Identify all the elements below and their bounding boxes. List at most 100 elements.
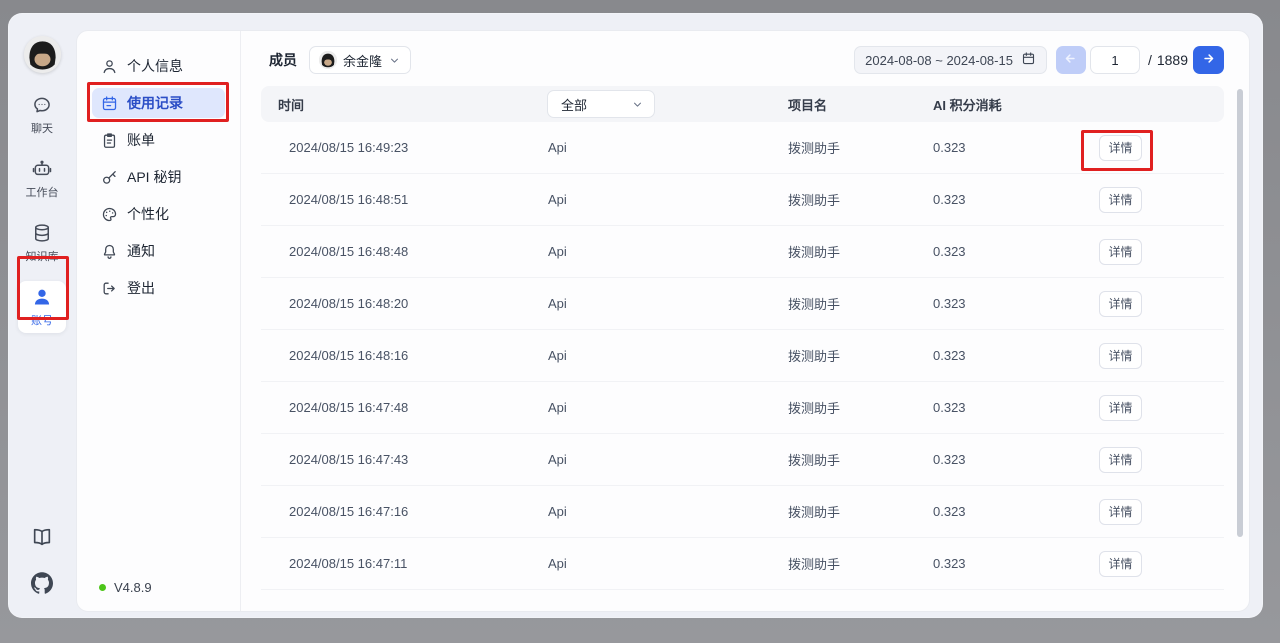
row-type: Api (531, 244, 771, 259)
row-type: Api (531, 296, 771, 311)
row-type: Api (531, 348, 771, 363)
row-type: Api (531, 504, 771, 519)
row-type: Api (531, 140, 771, 155)
arrow-left-icon (1063, 51, 1078, 69)
vertical-scrollbar[interactable] (1237, 89, 1243, 537)
next-page-button[interactable] (1193, 46, 1224, 74)
detail-button[interactable]: 详情 (1099, 239, 1142, 265)
main-card: 个人信息使用记录账单 API 秘钥个性化通知登出 V4.8.9 成员 余金隆 20… (76, 30, 1250, 612)
row-project: 拨测助手 (771, 138, 916, 157)
left-rail: 聊天工作台知识库账号 (8, 13, 76, 618)
key-icon (101, 169, 118, 186)
version-info: V4.8.9 (99, 580, 152, 595)
calendar-icon (1021, 51, 1036, 69)
menu-item-label: 个人信息 (127, 56, 183, 76)
row-points: 0.323 (916, 400, 1096, 415)
row-time: 2024/08/15 16:48:51 (261, 192, 531, 207)
rail-item-dataset[interactable]: 知识库 (18, 217, 66, 269)
table-body: 2024/08/15 16:49:23Api拨测助手0.323详情2024/08… (261, 122, 1224, 590)
rail-item-account[interactable]: 账号 (18, 281, 66, 333)
row-project: 拨测助手 (771, 294, 916, 313)
menu-item-api-key[interactable]: API 秘钥 (92, 162, 225, 192)
table-row: 2024/08/15 16:47:11Api拨测助手0.323详情 (261, 538, 1224, 590)
menu-item-profile[interactable]: 个人信息 (92, 51, 225, 81)
rail-item-chat[interactable]: 聊天 (18, 89, 66, 141)
detail-button[interactable]: 详情 (1099, 291, 1142, 317)
avatar-image (24, 36, 61, 73)
member-select[interactable]: 余金隆 (309, 46, 411, 74)
version-status-dot (99, 584, 106, 591)
table-row: 2024/08/15 16:48:20Api拨测助手0.323详情 (261, 278, 1224, 330)
table-row: 2024/08/15 16:48:16Api拨测助手0.323详情 (261, 330, 1224, 382)
menu-item-personalization[interactable]: 个性化 (92, 199, 225, 229)
calendar-icon (101, 95, 118, 112)
type-filter-select[interactable]: 全部 (547, 90, 655, 118)
toolbar: 成员 余金隆 2024-08-08 ~ 2024-08-15 /1889 (261, 46, 1224, 74)
arrow-right-icon (1201, 51, 1216, 69)
row-type: Api (531, 192, 771, 207)
row-time: 2024/08/15 16:47:48 (261, 400, 531, 415)
table-header: 时间 全部 项目名 AI 积分消耗 (261, 86, 1224, 122)
account-menu: 个人信息使用记录账单 API 秘钥个性化通知登出 V4.8.9 (77, 31, 241, 611)
palette-icon (101, 206, 118, 223)
github-icon[interactable] (31, 572, 53, 594)
rail-item-label: 聊天 (31, 123, 53, 136)
chevron-down-icon (388, 54, 401, 67)
row-time: 2024/08/15 16:49:23 (261, 140, 531, 155)
date-range-value: 2024-08-08 ~ 2024-08-15 (865, 53, 1013, 68)
table-row: 2024/08/15 16:48:48Api拨测助手0.323详情 (261, 226, 1224, 278)
menu-item-label: 个性化 (127, 204, 169, 224)
row-type: Api (531, 452, 771, 467)
date-range-button[interactable]: 2024-08-08 ~ 2024-08-15 (854, 46, 1047, 74)
version-label: V4.8.9 (114, 580, 152, 595)
menu-item-label: API 秘钥 (127, 167, 181, 187)
menu-item-usage-records[interactable]: 使用记录 (92, 88, 225, 118)
table-row: 2024/08/15 16:49:23Api拨测助手0.323详情 (261, 122, 1224, 174)
row-points: 0.323 (916, 244, 1096, 259)
rail-nav: 聊天工作台知识库账号 (8, 89, 76, 333)
detail-button[interactable]: 详情 (1099, 135, 1142, 161)
member-name: 余金隆 (343, 51, 382, 70)
page-number-input[interactable] (1090, 46, 1140, 74)
row-points: 0.323 (916, 140, 1096, 155)
detail-button[interactable]: 详情 (1099, 551, 1142, 577)
detail-button[interactable]: 详情 (1099, 187, 1142, 213)
row-project: 拨测助手 (771, 346, 916, 365)
menu-item-label: 账单 (127, 130, 155, 150)
row-points: 0.323 (916, 296, 1096, 311)
rail-bottom-links (31, 526, 53, 594)
row-points: 0.323 (916, 556, 1096, 571)
menu-item-logout[interactable]: 登出 (92, 273, 225, 303)
bell-icon (101, 243, 118, 260)
chevron-down-icon (631, 98, 644, 111)
table-row: 2024/08/15 16:47:16Api拨测助手0.323详情 (261, 486, 1224, 538)
rail-item-label: 知识库 (26, 251, 59, 264)
rail-item-label: 工作台 (26, 187, 59, 200)
page-total: /1889 (1148, 52, 1188, 68)
table-row: 2024/08/15 16:47:48Api拨测助手0.323详情 (261, 382, 1224, 434)
book-icon[interactable] (31, 526, 53, 548)
prev-page-button[interactable] (1056, 46, 1086, 74)
detail-button[interactable]: 详情 (1099, 395, 1142, 421)
detail-button[interactable]: 详情 (1099, 343, 1142, 369)
logout-icon (101, 280, 118, 297)
rail-item-workbench[interactable]: 工作台 (18, 153, 66, 205)
user-icon (32, 287, 52, 312)
user-avatar[interactable] (24, 36, 61, 73)
rail-item-label: 账号 (31, 315, 53, 328)
menu-item-bills[interactable]: 账单 (92, 125, 225, 155)
detail-button[interactable]: 详情 (1099, 447, 1142, 473)
usage-records-panel: 成员 余金隆 2024-08-08 ~ 2024-08-15 /1889 (241, 31, 1249, 611)
row-project: 拨测助手 (771, 242, 916, 261)
detail-button[interactable]: 详情 (1099, 499, 1142, 525)
row-time: 2024/08/15 16:47:11 (261, 556, 531, 571)
chat-icon (32, 95, 52, 120)
row-project: 拨测助手 (771, 190, 916, 209)
row-points: 0.323 (916, 452, 1096, 467)
row-project: 拨测助手 (771, 502, 916, 521)
row-time: 2024/08/15 16:47:16 (261, 504, 531, 519)
col-points: AI 积分消耗 (916, 95, 1096, 114)
menu-item-notifications[interactable]: 通知 (92, 236, 225, 266)
screenshot-root: 聊天工作台知识库账号 个人信息使用记录账单 API 秘钥个性化通知登出 V4.8.… (0, 0, 1280, 643)
row-time: 2024/08/15 16:48:48 (261, 244, 531, 259)
